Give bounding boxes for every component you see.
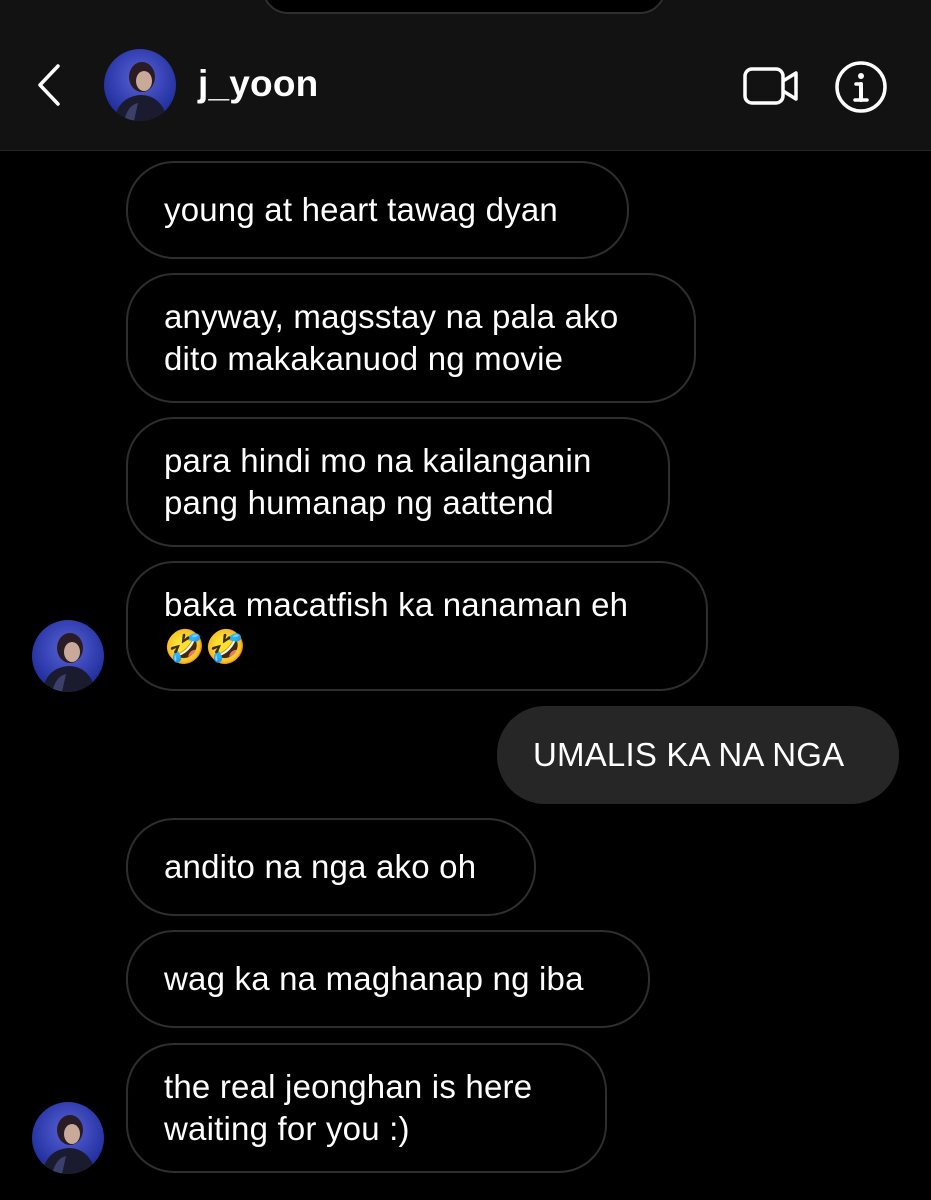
avatar[interactable] (32, 1102, 104, 1174)
back-button[interactable] (34, 62, 68, 108)
message-bubble-received[interactable]: para hindi mo na kailanganin pang humana… (126, 417, 670, 547)
message-bubble-sent[interactable]: UMALIS KA NA NGA (497, 706, 899, 804)
avatar[interactable] (104, 49, 176, 121)
message-bubble-received[interactable]: baka macatfish ka nanaman eh 🤣🤣 (126, 561, 708, 691)
previous-notification-pill (262, 0, 666, 14)
message-bubble-received[interactable]: wag ka na maghanap ng iba (126, 930, 650, 1028)
message-bubble-received[interactable]: the real jeonghan is here waiting for yo… (126, 1043, 607, 1173)
message-thread[interactable]: young at heart tawag dyan anyway, magsst… (0, 151, 931, 1200)
video-camera-icon (743, 67, 798, 105)
message-bubble-received[interactable]: andito na nga ako oh (126, 818, 536, 916)
chat-header: j_yoon (0, 0, 931, 151)
video-call-button[interactable] (742, 64, 800, 108)
avatar[interactable] (32, 620, 104, 692)
message-bubble-received[interactable]: young at heart tawag dyan (126, 161, 629, 259)
chevron-left-icon (38, 64, 60, 106)
chat-username[interactable]: j_yoon (198, 62, 318, 106)
info-button[interactable] (833, 59, 889, 115)
message-bubble-received[interactable]: anyway, magsstay na pala ako dito makaka… (126, 273, 696, 403)
info-icon (835, 61, 887, 113)
